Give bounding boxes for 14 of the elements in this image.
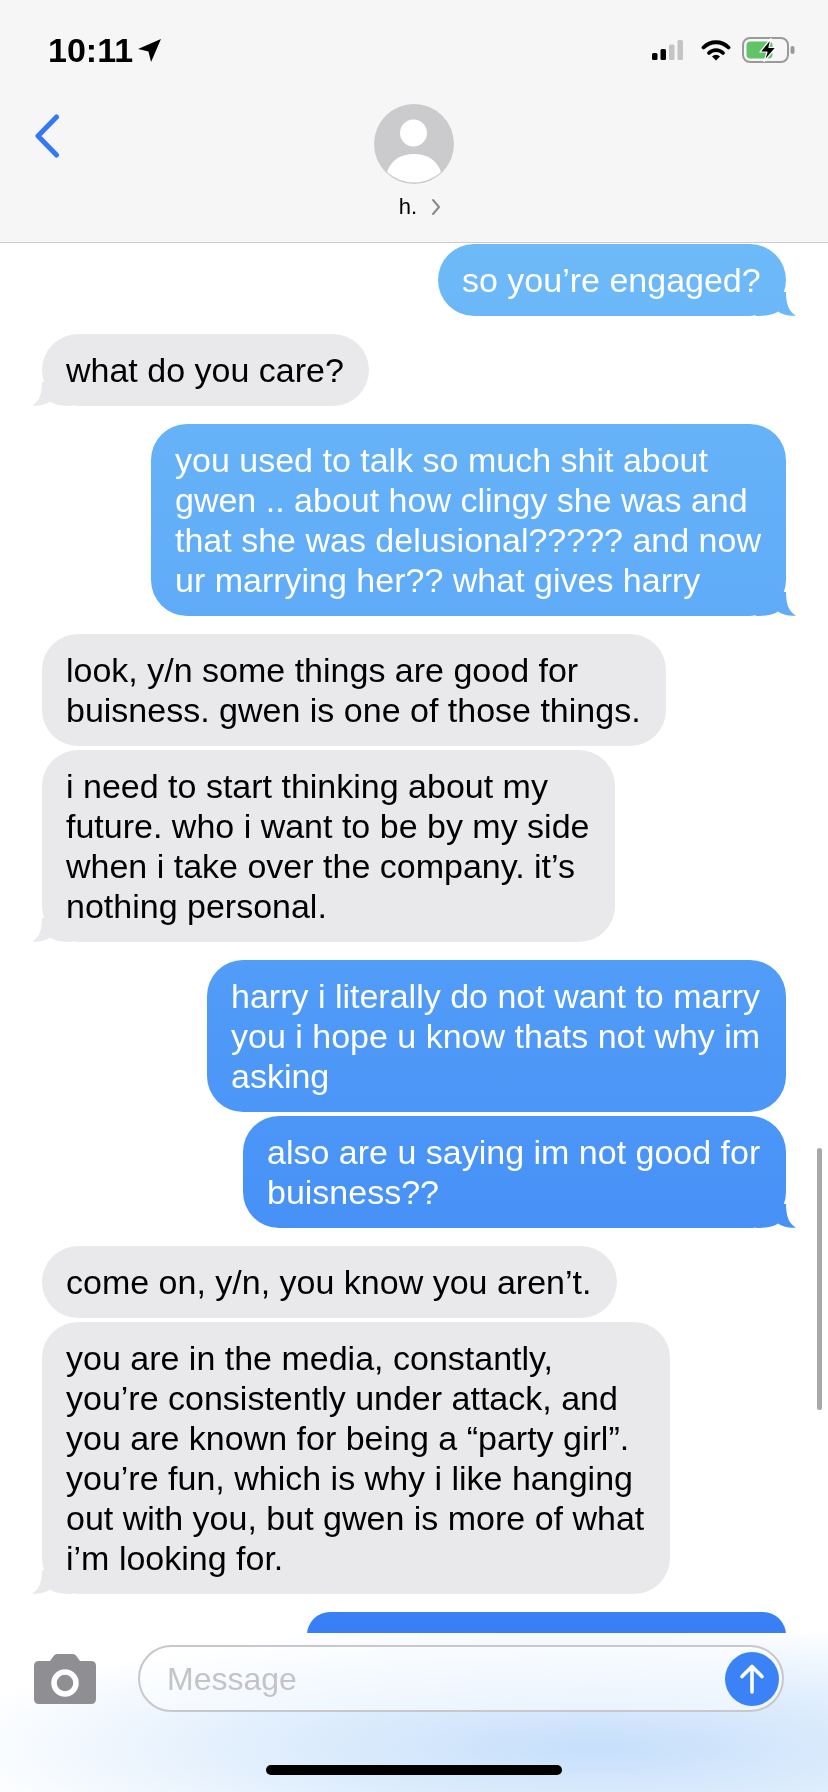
message-bubble: come on, y/n, you know you aren’t.: [42, 1246, 617, 1318]
chevron-left-icon[interactable]: [34, 114, 60, 158]
contact-name[interactable]: h.: [398, 194, 418, 220]
battery-charging-icon: [742, 37, 796, 63]
camera-icon[interactable]: [34, 1653, 96, 1704]
message-bubble: harry i literally do not want to marry you i hope u know thats not why im asking: [207, 960, 786, 1112]
location-arrow-icon: [137, 37, 163, 63]
chevron-right-icon[interactable]: [431, 198, 442, 216]
wifi-icon: [701, 39, 731, 61]
send-button[interactable]: [725, 1651, 779, 1706]
status-time: 10:11: [48, 33, 134, 67]
message-bubble: look, y/n some things are good for buisness. gwen is one of those things.: [42, 634, 666, 746]
arrow-up-icon: [740, 1663, 764, 1694]
signal-icon: [652, 40, 683, 60]
